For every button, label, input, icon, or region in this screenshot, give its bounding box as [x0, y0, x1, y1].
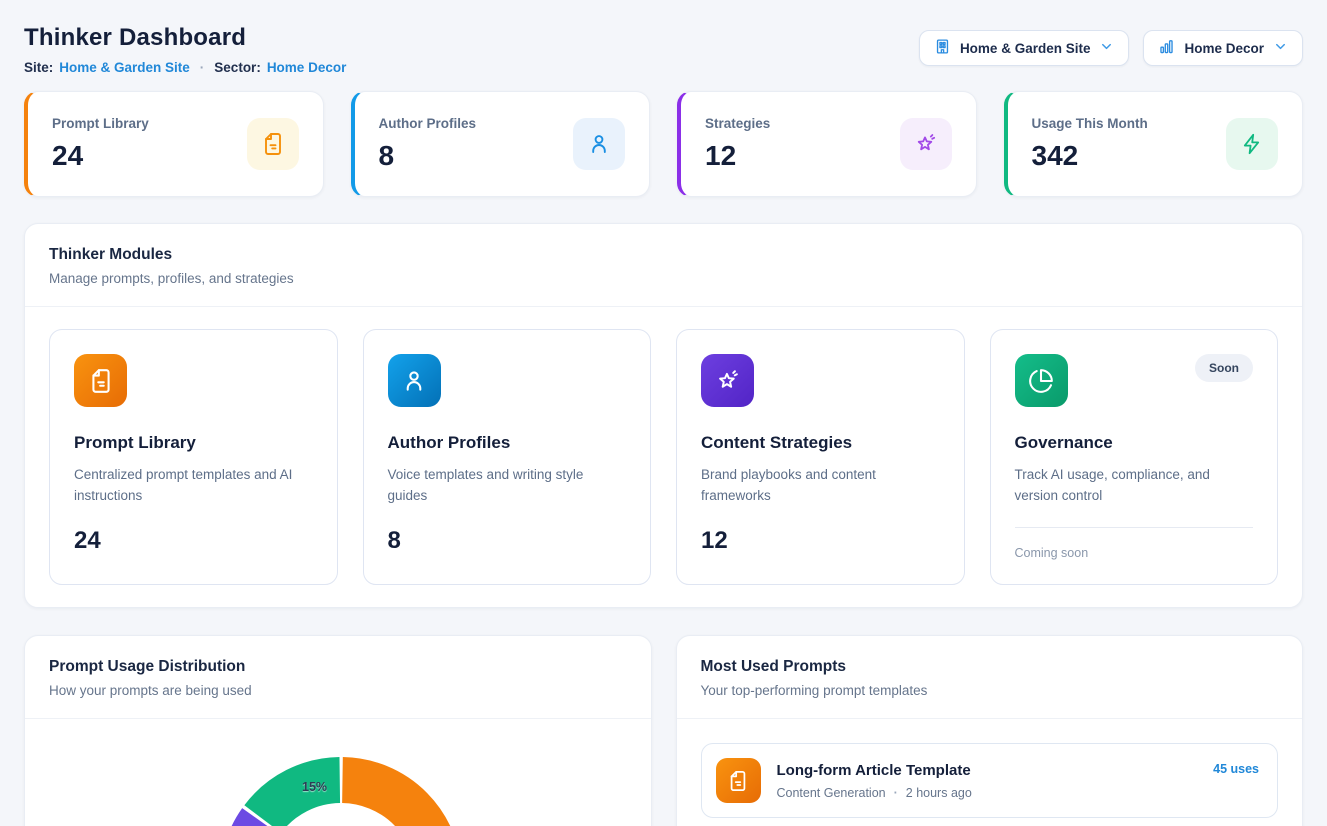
stat-value: 8 — [379, 140, 477, 172]
sector-label: Sector: — [214, 60, 261, 75]
module-title: Prompt Library — [74, 433, 313, 453]
prompt-time: 2 hours ago — [906, 786, 972, 800]
stat-card-usage: Usage This Month 342 — [1004, 91, 1304, 197]
stat-label: Usage This Month — [1032, 116, 1148, 131]
building-icon — [934, 38, 951, 58]
prompts-panel-subtitle: Your top-performing prompt templates — [701, 683, 1279, 698]
module-description: Centralized prompt templates and AI inst… — [74, 465, 304, 507]
prompt-list-item[interactable]: Long-form Article Template Content Gener… — [701, 743, 1279, 818]
user-icon — [388, 354, 441, 407]
stat-label: Author Profiles — [379, 116, 477, 131]
donut-segment-label: 15% — [302, 780, 327, 794]
usage-panel-title: Prompt Usage Distribution — [49, 658, 627, 676]
site-link[interactable]: Home & Garden Site — [59, 60, 190, 75]
site-selector-button[interactable]: Home & Garden Site — [919, 30, 1130, 66]
module-title: Governance — [1015, 433, 1254, 453]
file-text-icon — [247, 118, 299, 170]
most-used-prompts-panel: Most Used Prompts Your top-performing pr… — [676, 635, 1304, 826]
modules-panel-title: Thinker Modules — [49, 246, 1278, 264]
sector-link[interactable]: Home Decor — [267, 60, 347, 75]
module-count: 24 — [74, 527, 313, 555]
star-sparkle-icon — [900, 118, 952, 170]
topbar: Thinker Dashboard Site: Home & Garden Si… — [24, 24, 1303, 75]
module-title: Author Profiles — [388, 433, 627, 453]
separator-dot: · — [196, 60, 209, 75]
stat-value: 342 — [1032, 140, 1148, 172]
usage-panel-subtitle: How your prompts are being used — [49, 683, 627, 698]
dashboard-page: Thinker Dashboard Site: Home & Garden Si… — [0, 0, 1327, 826]
separator-dot: · — [894, 786, 898, 800]
module-title: Content Strategies — [701, 433, 940, 453]
divider — [1015, 527, 1254, 528]
star-sparkle-icon — [701, 354, 754, 407]
module-count: 12 — [701, 527, 940, 555]
file-text-icon — [74, 354, 127, 407]
pie-chart-icon — [1015, 354, 1068, 407]
modules-panel-subtitle: Manage prompts, profiles, and strategies — [49, 271, 1278, 286]
prompt-usage-panel: Prompt Usage Distribution How your promp… — [24, 635, 652, 826]
module-count: 8 — [388, 527, 627, 555]
prompt-list: Long-form Article Template Content Gener… — [677, 719, 1303, 826]
breadcrumb: Site: Home & Garden Site · Sector: Home … — [24, 60, 346, 75]
stat-card-author-profiles: Author Profiles 8 — [351, 91, 651, 197]
prompts-panel-title: Most Used Prompts — [701, 658, 1279, 676]
title-block: Thinker Dashboard Site: Home & Garden Si… — [24, 24, 346, 75]
stats-row: Prompt Library 24 Author Profiles 8 — [24, 91, 1303, 197]
stat-value: 12 — [705, 140, 770, 172]
module-description: Track AI usage, compliance, and version … — [1015, 465, 1245, 507]
site-selector-label: Home & Garden Site — [960, 41, 1091, 56]
prompt-title: Long-form Article Template — [777, 762, 1198, 779]
usage-donut-chart: 15% — [25, 719, 651, 826]
module-card-prompt-library[interactable]: Prompt Library Centralized prompt templa… — [49, 329, 338, 585]
stat-label: Strategies — [705, 116, 770, 131]
page-title: Thinker Dashboard — [24, 24, 346, 52]
module-description: Voice templates and writing style guides — [388, 465, 618, 507]
module-card-content-strategies[interactable]: Content Strategies Brand playbooks and c… — [676, 329, 965, 585]
donut-svg — [25, 719, 652, 826]
chevron-down-icon — [1099, 39, 1114, 57]
stat-card-prompt-library: Prompt Library 24 — [24, 91, 324, 197]
module-card-governance: Soon Governance Track AI usage, complian… — [990, 329, 1279, 585]
stat-card-strategies: Strategies 12 — [677, 91, 977, 197]
zap-icon — [1226, 118, 1278, 170]
modules-grid: Prompt Library Centralized prompt templa… — [25, 307, 1302, 607]
bottom-row: Prompt Usage Distribution How your promp… — [24, 635, 1303, 826]
soon-badge: Soon — [1195, 354, 1253, 382]
top-selectors: Home & Garden Site Home Decor — [919, 30, 1303, 66]
thinker-modules-panel: Thinker Modules Manage prompts, profiles… — [24, 223, 1303, 608]
sector-selector-label: Home Decor — [1184, 41, 1264, 56]
bar-chart-icon — [1158, 38, 1175, 58]
module-description: Brand playbooks and content frameworks — [701, 465, 931, 507]
user-icon — [573, 118, 625, 170]
site-label: Site: — [24, 60, 53, 75]
prompt-uses-badge: 45 uses — [1213, 762, 1259, 776]
file-text-icon — [716, 758, 761, 803]
prompt-category: Content Generation — [777, 786, 886, 800]
stat-value: 24 — [52, 140, 149, 172]
chevron-down-icon — [1273, 39, 1288, 57]
module-card-author-profiles[interactable]: Author Profiles Voice templates and writ… — [363, 329, 652, 585]
stat-label: Prompt Library — [52, 116, 149, 131]
coming-soon-text: Coming soon — [1015, 546, 1254, 560]
sector-selector-button[interactable]: Home Decor — [1143, 30, 1303, 66]
